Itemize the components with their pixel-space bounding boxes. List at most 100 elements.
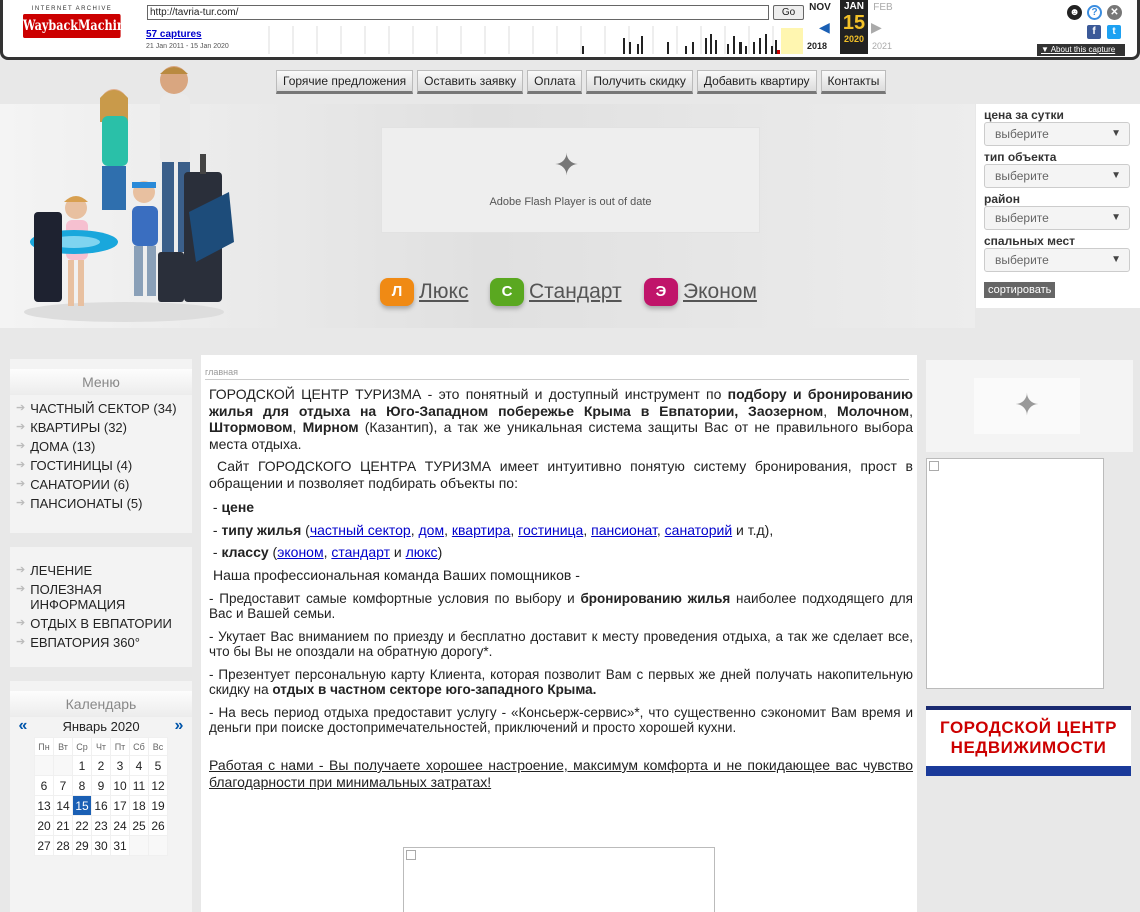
breadcrumb[interactable]: главная xyxy=(205,367,909,380)
menu-item-useful-info[interactable]: ➔ ПОЛЕЗНАЯ ИНФОРМАЦИЯ xyxy=(10,580,192,614)
wayback-go-button[interactable]: Go xyxy=(773,5,804,20)
calendar-day[interactable]: 18 xyxy=(129,795,149,816)
calendar-day[interactable]: 4 xyxy=(129,755,149,776)
wayback-captures-link[interactable]: 57 captures xyxy=(146,29,202,40)
calendar-day[interactable]: 29 xyxy=(72,835,92,856)
class-economy-label[interactable]: Эконом xyxy=(683,280,757,304)
arrow-icon: ➔ xyxy=(16,583,26,595)
wayback-prev-year[interactable]: 2018 xyxy=(807,41,827,51)
calendar-day[interactable]: 7 xyxy=(53,775,73,796)
class-standard-label[interactable]: Стандарт xyxy=(529,280,622,304)
calendar-day[interactable]: 26 xyxy=(148,815,168,836)
class-standard-badge: С xyxy=(490,278,524,306)
wayback-url-input[interactable]: http://tavria-tur.com/ xyxy=(147,5,769,20)
link-boarding[interactable]: пансионат xyxy=(591,522,657,538)
calendar-day[interactable]: 1 xyxy=(72,755,92,776)
weekday: Ср xyxy=(72,737,92,756)
menu-item-evpatoria-360[interactable]: ➔ ЕВПАТОРИЯ 360° xyxy=(10,633,192,652)
menu-item-apartments[interactable]: ➔ КВАРТИРЫ (32) xyxy=(10,418,192,437)
class-standard[interactable]: С Стандарт xyxy=(490,276,622,308)
wayback-prev-month[interactable]: NOV xyxy=(806,2,834,13)
flash-placeholder[interactable]: ✦ Adobe Flash Player is out of date xyxy=(381,127,760,233)
about-capture-link[interactable]: ▼ About this capture xyxy=(1037,44,1125,56)
filter-beds-select[interactable]: выберите ▼ xyxy=(984,248,1130,272)
menu-item-houses[interactable]: ➔ ДОМА (13) xyxy=(10,437,192,456)
calendar-day-today[interactable]: 15 xyxy=(72,795,92,816)
nav-hot-offers[interactable]: Горячие предложения xyxy=(276,70,414,94)
wayback-next-arrow[interactable]: ▶ xyxy=(871,19,882,36)
filter-district-select[interactable]: выберите ▼ xyxy=(984,206,1130,230)
nav-add-apartment[interactable]: Добавить квартиру xyxy=(696,70,817,94)
calendar-day[interactable]: 21 xyxy=(53,815,73,836)
facebook-icon[interactable]: f xyxy=(1087,25,1101,39)
nav-leave-request[interactable]: Оставить заявку xyxy=(417,70,524,94)
calendar-day[interactable]: 30 xyxy=(91,835,111,856)
closing-link[interactable]: Работая с нами - Вы получаете хорошее на… xyxy=(209,757,913,790)
calendar-next-button[interactable]: » xyxy=(166,717,192,735)
filter-price-value: выберите xyxy=(995,127,1049,141)
calendar-week: 13 14 15 16 17 18 19 xyxy=(34,795,168,816)
filter-price-select[interactable]: выберите ▼ xyxy=(984,122,1130,146)
calendar-panel: Календарь « Январь 2020 » Пн Вт Ср Чт Пт Сб Вс… xyxy=(10,677,192,912)
calendar-prev-button[interactable]: « xyxy=(10,717,36,735)
calendar-day[interactable]: 27 xyxy=(34,835,54,856)
calendar-day[interactable]: 13 xyxy=(34,795,54,816)
calendar-day[interactable]: 9 xyxy=(91,775,111,796)
calendar-day[interactable]: 19 xyxy=(148,795,168,816)
calendar-day[interactable]: 23 xyxy=(91,815,111,836)
nav-get-discount[interactable]: Получить скидку xyxy=(586,70,693,94)
menu-item-sanatoriums[interactable]: ➔ САНАТОРИИ (6) xyxy=(10,475,192,494)
calendar-day[interactable]: 6 xyxy=(34,775,54,796)
calendar-day[interactable]: 20 xyxy=(34,815,54,836)
ad-frame[interactable] xyxy=(926,458,1104,689)
calendar-day[interactable]: 3 xyxy=(110,755,130,776)
right-sidebar: ✦ ГОРОДСКОЙ ЦЕНТР НЕДВИЖИМОСТИ xyxy=(926,360,1133,912)
class-economy[interactable]: Э Эконом xyxy=(644,276,757,308)
calendar-day[interactable]: 14 xyxy=(53,795,73,816)
wayback-prev-arrow[interactable]: ◀ xyxy=(819,19,830,36)
wayback-next-month[interactable]: FEB xyxy=(869,2,897,13)
calendar-day[interactable]: 8 xyxy=(72,775,92,796)
wayback-sparkline[interactable] xyxy=(245,24,805,54)
class-lux[interactable]: Л Люкс xyxy=(380,276,468,308)
menu-item-rest-evpatoria[interactable]: ➔ ОТДЫХ В ЕВПАТОРИИ xyxy=(10,614,192,633)
calendar-day[interactable]: 17 xyxy=(110,795,130,816)
wayback-next-year[interactable]: 2021 xyxy=(872,41,892,51)
calendar-day[interactable]: 2 xyxy=(91,755,111,776)
link-lux[interactable]: люкс xyxy=(406,544,438,560)
twitter-icon[interactable]: t xyxy=(1107,25,1121,39)
menu-item-hotels[interactable]: ➔ ГОСТИНИЦЫ (4) xyxy=(10,456,192,475)
menu-item-private[interactable]: ➔ ЧАСТНЫЙ СЕКТОР (34) xyxy=(10,399,192,418)
nav-contacts[interactable]: Контакты xyxy=(820,70,887,94)
calendar-day[interactable]: 16 xyxy=(91,795,111,816)
calendar-day[interactable]: 22 xyxy=(72,815,92,836)
menu-item-treatment[interactable]: ➔ ЛЕЧЕНИЕ xyxy=(10,561,192,580)
realty-center-banner[interactable]: ГОРОДСКОЙ ЦЕНТР НЕДВИЖИМОСТИ xyxy=(926,706,1131,776)
calendar-day[interactable]: 25 xyxy=(129,815,149,836)
filter-type-select[interactable]: выберите ▼ xyxy=(984,164,1130,188)
calendar-day[interactable]: 31 xyxy=(110,835,130,856)
help-icon[interactable]: ? xyxy=(1087,5,1102,20)
calendar-day[interactable]: 12 xyxy=(148,775,168,796)
link-private-sector[interactable]: частный сектор xyxy=(310,522,411,538)
nav-payment[interactable]: Оплата xyxy=(527,70,583,94)
calendar-day[interactable]: 24 xyxy=(110,815,130,836)
class-lux-label[interactable]: Люкс xyxy=(419,280,468,304)
user-icon[interactable]: ☻ xyxy=(1067,5,1082,20)
link-economy[interactable]: эконом xyxy=(277,544,323,560)
link-standard[interactable]: стандарт xyxy=(331,544,390,560)
plugin-placeholder[interactable]: ✦ xyxy=(926,360,1133,452)
calendar-day[interactable]: 11 xyxy=(129,775,149,796)
close-icon[interactable]: ✕ xyxy=(1107,5,1122,20)
link-house[interactable]: дом xyxy=(419,522,445,538)
calendar-day[interactable]: 10 xyxy=(110,775,130,796)
calendar-day[interactable]: 5 xyxy=(148,755,168,776)
menu-item-label: ПОЛЕЗНАЯ ИНФОРМАЦИЯ xyxy=(30,582,126,612)
link-apartment[interactable]: квартира xyxy=(452,522,510,538)
calendar-day[interactable]: 28 xyxy=(53,835,73,856)
menu-item-boarding[interactable]: ➔ ПАНСИОНАТЫ (5) xyxy=(10,494,192,513)
link-hotel[interactable]: гостиница xyxy=(518,522,583,538)
link-sanatorium[interactable]: санаторий xyxy=(665,522,732,538)
wayback-logo[interactable]: INTERNET ARCHIVE WaybackMachine xyxy=(23,6,132,42)
sort-button[interactable]: сортировать xyxy=(984,282,1056,298)
